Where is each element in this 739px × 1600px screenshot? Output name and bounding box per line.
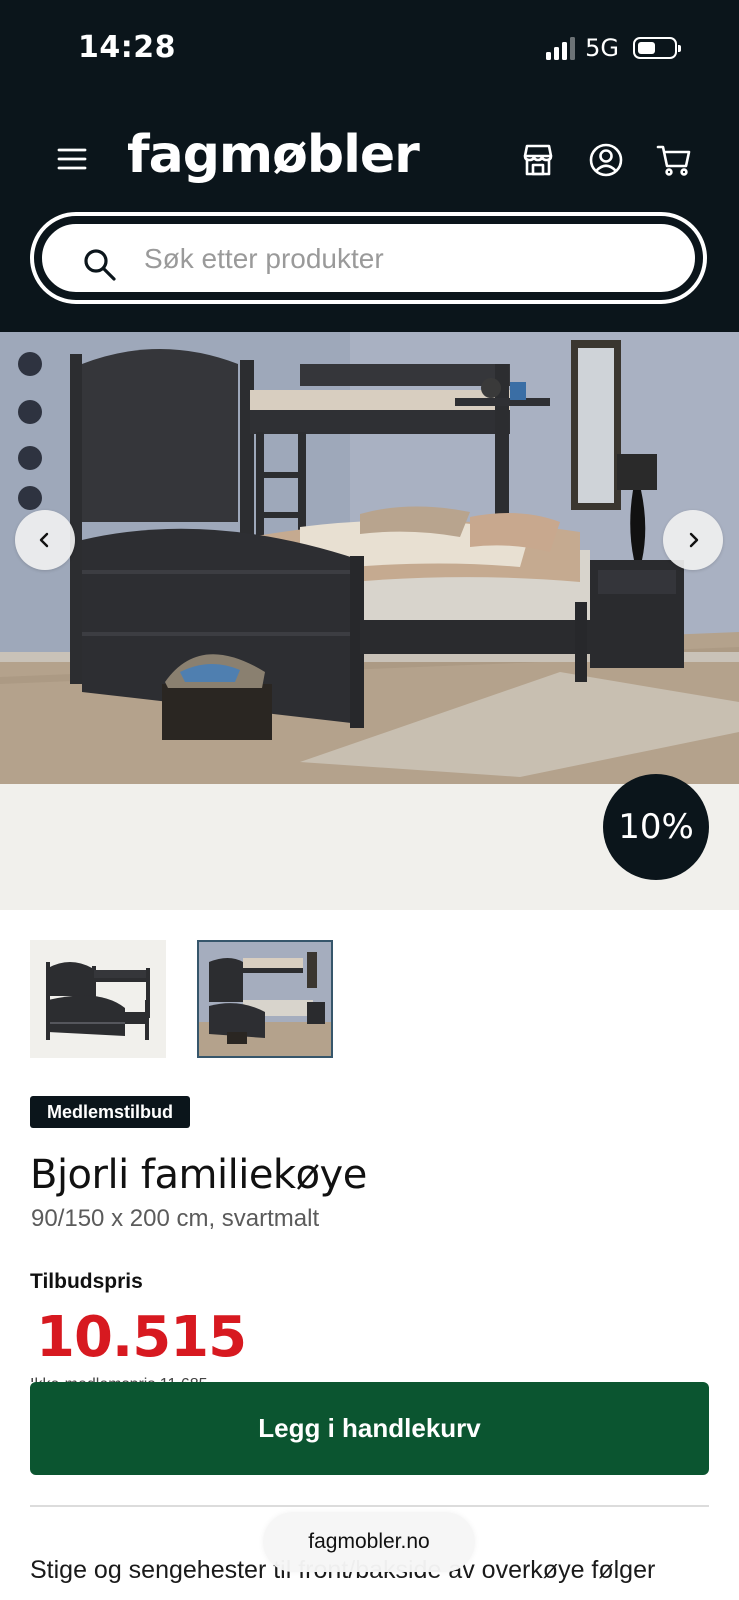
chevron-left-icon <box>39 532 49 548</box>
search-bar[interactable] <box>30 212 707 304</box>
prev-image-button[interactable] <box>15 510 75 570</box>
signal-icon <box>546 36 576 60</box>
product-subtitle: 90/150 x 200 cm, svartmalt <box>31 1205 320 1232</box>
product-main-image[interactable] <box>0 332 739 784</box>
thumbnail-1[interactable] <box>30 940 166 1058</box>
cart-icon[interactable] <box>656 142 692 178</box>
status-time: 14:28 <box>78 30 176 65</box>
next-image-button[interactable] <box>663 510 723 570</box>
thumbnail-2[interactable] <box>197 940 333 1058</box>
product-title: Bjorli familiekøye <box>30 1152 367 1198</box>
menu-icon[interactable] <box>56 145 88 173</box>
battery-icon <box>633 37 681 59</box>
account-icon[interactable] <box>588 142 624 178</box>
logo[interactable]: fagmøbler <box>127 125 420 185</box>
store-icon[interactable] <box>520 142 556 178</box>
price-label: Tilbudspris <box>30 1270 143 1293</box>
sticky-cart-area: Legg i handlekurv <box>0 1382 739 1490</box>
offer-price: 10.515 <box>36 1305 247 1370</box>
browser-url-bar[interactable]: fagmobler.no <box>263 1512 475 1572</box>
add-to-cart-button[interactable]: Legg i handlekurv <box>30 1382 709 1475</box>
divider <box>30 1505 709 1507</box>
member-offer-badge: Medlemstilbud <box>30 1096 191 1128</box>
search-input[interactable] <box>142 224 666 294</box>
network-type: 5G <box>585 34 619 62</box>
status-indicators: 5G <box>546 34 681 62</box>
app-header: 14:28 5G fagmøbler <box>0 0 739 332</box>
search-icon <box>84 249 116 281</box>
discount-badge: 10% <box>603 774 709 880</box>
chevron-right-icon <box>689 532 699 548</box>
